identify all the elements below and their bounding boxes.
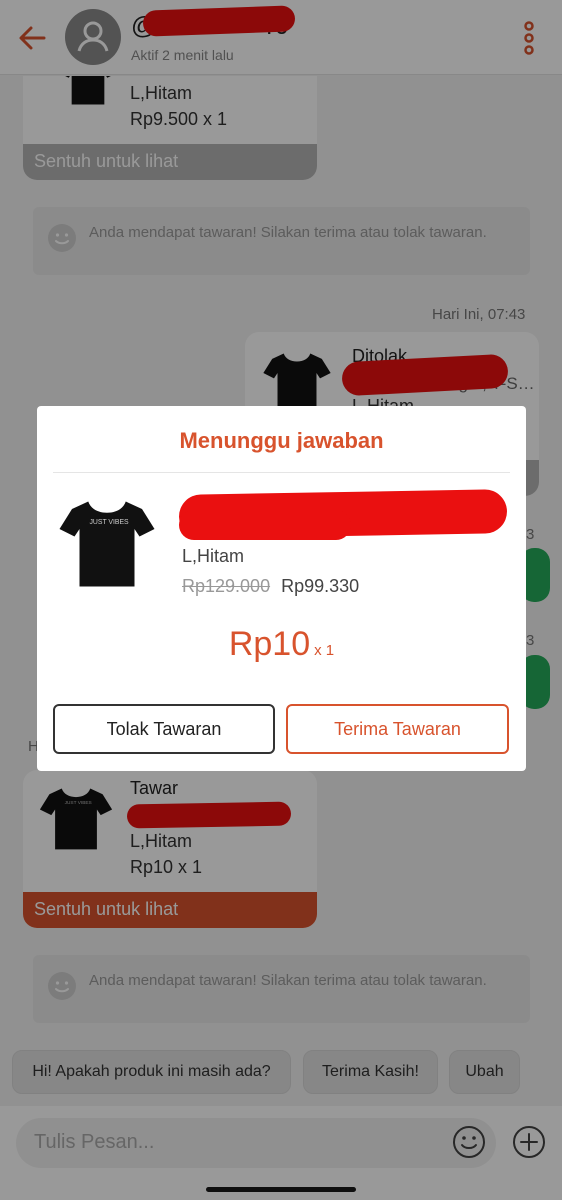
discounted-price: Rp99.330 [281,576,360,596]
accept-offer-button[interactable]: Terima Tawaran [286,704,509,754]
original-price: Rp129.000 [182,576,271,596]
offer-amount: Rp10 [228,625,311,663]
offer-price: Rp10 x 1 [37,625,526,664]
offer-quantity: x 1 [314,642,335,659]
divider [53,472,510,473]
product-name-redaction-2 [179,510,351,540]
price-row: Rp129.000 Rp99.330 [182,576,359,597]
reject-offer-button[interactable]: Tolak Tawaran [53,704,275,754]
modal-variant: L,Hitam [182,546,245,566]
product-image: JUST VIBES [59,501,155,587]
svg-text:JUST VIBES: JUST VIBES [90,519,130,526]
offer-modal: Menunggu jawaban JUST VIBES L,Hitam Rp12… [37,406,526,771]
modal-title: Menunggu jawaban [179,428,384,453]
